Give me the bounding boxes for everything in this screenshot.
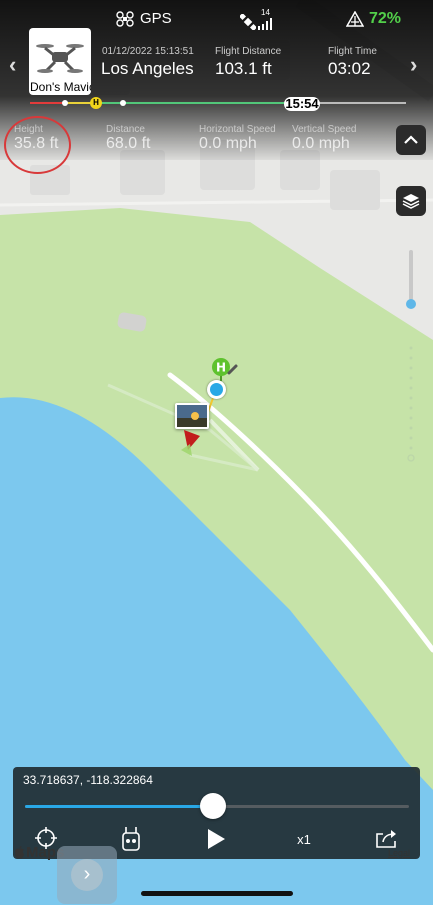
flight-date: 01/12/2022 15:13:51	[102, 46, 194, 57]
layers-icon	[402, 194, 420, 209]
flight-distance-value: 103.1 ft	[215, 59, 272, 78]
timeline-dot	[62, 100, 68, 106]
timeline-segment-red	[30, 102, 66, 104]
signal-bars-icon	[258, 18, 272, 30]
remote-controller-icon	[122, 827, 140, 851]
playback-slider-fill	[25, 805, 214, 808]
aircraft-heading-marker	[181, 430, 200, 456]
flight-distance-label: Flight Distance	[215, 46, 282, 57]
battery-percent: 72%	[369, 10, 402, 27]
horizontal-speed-value: 0.0 mph	[199, 135, 257, 152]
chevron-right-icon: ›	[71, 859, 103, 891]
aircraft-location-dot	[207, 380, 226, 399]
satellite-icon	[240, 14, 256, 30]
photo-thumbnail-icon	[177, 405, 207, 427]
timeline-dot	[120, 100, 126, 106]
chevron-left-icon[interactable]: ‹	[9, 52, 16, 78]
drone-icon	[116, 10, 134, 27]
satellite-status: 14	[240, 6, 274, 30]
legal-link[interactable]: Legal	[388, 848, 410, 858]
map-layers-button[interactable]	[396, 186, 426, 216]
satellite-count: 14	[261, 8, 270, 17]
gps-status: GPS	[116, 10, 172, 27]
aircraft-thumbnail[interactable]: Don's Mavic	[29, 28, 91, 95]
height-highlight-circle	[4, 116, 71, 174]
playback-slider[interactable]	[25, 793, 409, 819]
flight-location: Los Angeles	[101, 59, 194, 78]
vertical-speed-label: Vertical Speed	[292, 124, 357, 135]
chevron-right-icon[interactable]: ›	[410, 52, 417, 78]
gps-label: GPS	[140, 10, 172, 27]
distance-value: 68.0 ft	[106, 135, 151, 152]
collapse-button[interactable]	[396, 125, 426, 155]
apple-icon	[15, 846, 24, 859]
share-icon	[376, 830, 396, 848]
flight-timeline[interactable]: H	[30, 97, 406, 109]
home-indicator[interactable]	[141, 891, 293, 896]
drone-photo-icon	[36, 44, 84, 73]
flight-time-label: Flight Time	[328, 46, 377, 57]
photo-marker[interactable]	[175, 403, 209, 429]
chevron-up-icon	[404, 135, 418, 144]
distance-label: Distance	[106, 124, 145, 135]
play-button[interactable]	[205, 827, 227, 851]
playback-slider-knob[interactable]	[200, 793, 227, 819]
battery-status: 72%	[346, 10, 401, 28]
play-icon	[208, 829, 225, 849]
aircraft-name: Don's Mavic	[30, 80, 91, 94]
vertical-speed-value: 0.0 mph	[292, 135, 350, 152]
coordinates: 33.718637, -118.322864	[23, 773, 153, 787]
horizontal-speed-label: Horizontal Speed	[199, 124, 276, 135]
altitude-scale[interactable]	[404, 250, 418, 465]
playback-speed-button[interactable]: x1	[294, 827, 314, 851]
battery-icon	[346, 11, 364, 27]
flight-time-value: 03:02	[328, 59, 371, 78]
floating-action-button[interactable]: ›	[57, 846, 117, 904]
timeline-time: 15:54	[284, 96, 320, 111]
share-button[interactable]	[375, 827, 399, 849]
remote-controller-button[interactable]	[121, 827, 141, 851]
timeline-home-marker: H	[90, 97, 102, 109]
svg-text:H: H	[216, 361, 226, 375]
